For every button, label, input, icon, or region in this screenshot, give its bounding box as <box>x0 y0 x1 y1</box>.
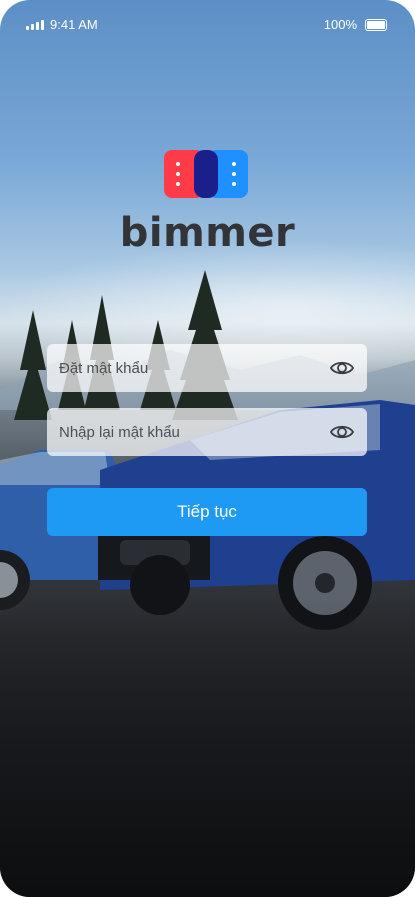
password-input[interactable] <box>47 344 329 392</box>
status-right: 100% <box>324 17 387 32</box>
continue-button[interactable]: Tiếp tục <box>47 488 367 536</box>
confirm-password-input[interactable] <box>47 408 329 456</box>
battery-icon <box>365 18 387 31</box>
status-left: 9:41 AM <box>26 17 98 32</box>
battery-percentage: 100% <box>323 17 357 32</box>
signal-icon <box>26 19 44 30</box>
status-time: 9:41 AM <box>50 17 98 32</box>
password-field[interactable] <box>47 344 367 392</box>
eye-icon[interactable] <box>329 356 355 380</box>
bimmer-logo <box>164 150 248 198</box>
confirm-password-field[interactable] <box>47 408 367 456</box>
app-screen: 9:41 AM 100% bimmer Tiếp tục <box>0 0 415 897</box>
background-ground <box>0 600 415 897</box>
brand-name: bimmer <box>119 210 296 256</box>
status-bar: 9:41 AM 100% <box>0 0 415 48</box>
eye-icon[interactable] <box>329 420 355 444</box>
